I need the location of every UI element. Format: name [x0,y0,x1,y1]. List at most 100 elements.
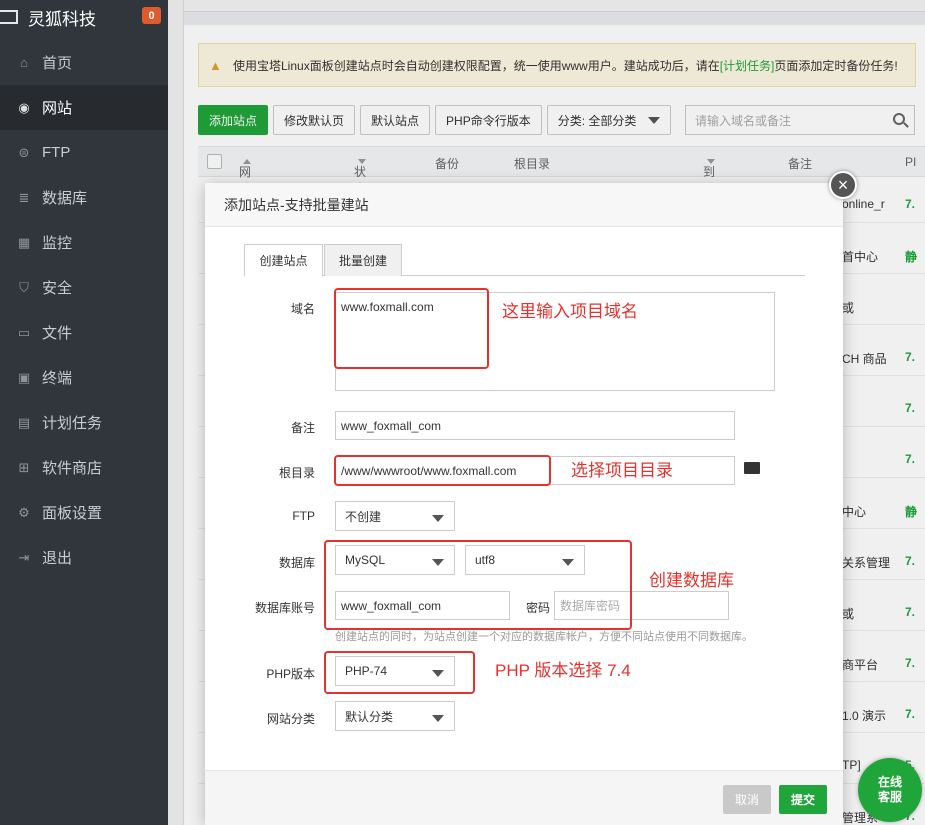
sidebar-scroll-gutter [168,0,184,825]
info-alert: ▲ 使用宝塔Linux面板创建站点时会自动创建权限配置，统一使用www用户。建站… [198,43,916,87]
annotation-box-php [324,651,475,694]
sidebar-item-11[interactable]: ⇥ 退出 [0,535,168,580]
col-status[interactable]: 状态 [354,155,366,196]
row-remark: online_r [842,197,885,211]
row-remark: 关系管理 [842,556,891,570]
ftp-select[interactable]: 不创建 [335,501,455,531]
sidebar-item-10[interactable]: ⚙ 面板设置 [0,490,168,535]
row-remark: 或 [842,607,855,621]
row-remark: 首中心 [842,250,879,264]
row-php-version[interactable]: 静 [905,248,917,265]
monitor-icon: ▦ [17,234,31,250]
annotation-root: 选择项目目录 [571,461,673,480]
sidebar-item-8[interactable]: ▤ 计划任务 [0,400,168,445]
terminal-icon: ▣ [17,369,31,385]
row-remark: 中心 [842,505,867,519]
submit-button[interactable]: 提交 [779,785,827,814]
add-site-dialog: 添加站点-支持批量建站 创建站点 批量创建 域名 www.foxmall.com… [205,183,843,825]
chevron-down-icon [432,515,444,522]
add-site-button[interactable]: 添加站点 [198,105,269,135]
annotation-database: 创建数据库 [649,571,734,590]
database-label: 数据库 [278,556,315,570]
sidebar-item-label: 计划任务 [42,415,103,432]
sidebar-item-label: 首页 [42,55,73,72]
search-icon[interactable] [893,113,905,125]
warning-icon: ▲ [209,57,222,73]
tab-create-site[interactable]: 创建站点 [244,244,323,277]
default-site-button[interactable]: 默认站点 [360,105,431,135]
row-php-version[interactable]: 7. [905,707,915,721]
search-input[interactable]: 请输入域名或备注 [685,105,915,135]
sidebar-item-label: FTP [42,144,71,161]
sidebar-item-1[interactable]: ◉ 网站 [0,85,168,130]
col-site-name[interactable]: 网站名 [239,155,251,213]
select-all-checkbox[interactable] [207,154,222,169]
sidebar-item-label: 安全 [42,280,73,297]
sidebar-item-label: 面板设置 [42,505,103,522]
col-remark: 备注 [788,157,813,171]
row-remark: 1.0 演示 [842,709,887,723]
tab-batch-create[interactable]: 批量创建 [324,244,402,276]
col-backup: 备份 [435,157,460,171]
home-icon: ⌂ [20,55,28,70]
sidebar-item-0[interactable]: ⌂ 首页 [0,40,168,85]
edit-default-page-button[interactable]: 修改默认页 [273,105,356,135]
notification-badge[interactable]: 0 [142,7,161,24]
category-filter-select[interactable]: 分类: 全部分类 [546,105,672,135]
sidebar-item-7[interactable]: ▣ 终端 [0,355,168,400]
sidebar-header: 灵狐科技 0 [0,0,168,40]
row-php-version[interactable]: 7. [905,197,915,211]
domain-label: 域名 [290,302,315,316]
row-php-version[interactable]: 7. [905,656,915,670]
sidebar-item-4[interactable]: ▦ 监控 [0,220,168,265]
close-icon[interactable]: × [829,171,857,199]
database-icon: ≣ [18,189,30,205]
dialog-title: 添加站点-支持批量建站 [205,183,843,227]
site-category-select[interactable]: 默认分类 [335,701,455,731]
dialog-footer: 取消 提交 [205,770,843,825]
monitor-icon [0,10,18,24]
remark-input[interactable]: www_foxmall_com [335,411,735,440]
annotation-box-domain [334,288,489,369]
col-php: PI [905,155,917,169]
root-label: 根目录 [278,466,315,480]
php-cli-version-button[interactable]: PHP命令行版本 [435,105,542,135]
row-php-version[interactable]: 7. [905,452,915,466]
row-remark: 或 [842,301,855,315]
annotation-box-database [324,540,632,630]
db-account-label: 数据库账号 [254,601,315,615]
row-php-version[interactable]: 7. [905,605,915,619]
db-hint: 创建站点的同时，为站点创建一个对应的数据库帐户，方便不同站点使用不同数据库。 [335,631,753,643]
logout-icon: ⇥ [18,549,30,565]
col-expire[interactable]: 到期时间 [703,155,715,230]
row-php-version[interactable]: 静 [905,503,917,520]
row-php-version[interactable]: 7. [905,554,915,568]
sidebar-item-label: 软件商店 [42,460,103,477]
cron-task-link[interactable]: [计划任务] [720,59,775,73]
globe-icon: ◉ [18,99,30,115]
brand-name: 灵狐科技 [28,9,96,29]
sidebar-item-6[interactable]: ▭ 文件 [0,310,168,355]
sidebar-item-2[interactable]: ⊜ FTP [0,130,168,175]
sidebar-item-label: 网站 [42,100,73,117]
cancel-button[interactable]: 取消 [723,785,771,814]
dialog-tabs: 创建站点 批量创建 [244,244,805,277]
chevron-down-icon [648,116,661,124]
folder-open-icon[interactable] [744,462,760,474]
sidebar-item-label: 退出 [42,550,73,567]
shield-icon: ⛉ [19,279,29,295]
sidebar-item-3[interactable]: ≣ 数据库 [0,175,168,220]
top-bar [184,0,925,12]
row-php-version[interactable]: 7. [905,401,915,415]
sidebar-item-9[interactable]: ⊞ 软件商店 [0,445,168,490]
row-php-version[interactable]: 7. [905,350,915,364]
calendar-icon: ▤ [17,414,31,430]
toolbar: 添加站点 修改默认页 默认站点 PHP命令行版本 分类: 全部分类 [198,105,676,135]
sidebar: 灵狐科技 0 ⌂ 首页 ◉ 网站 ⊜ FTP ≣ 数据库 ▦ 监控 ⛉ 安全 ▭ 文件 ▣ 终端 ▤ 计划任务 ⊞ 软… [0,0,168,825]
sidebar-item-5[interactable]: ⛉ 安全 [0,265,168,310]
ftp-icon: ⊜ [18,144,30,160]
gear-icon: ⚙ [18,504,30,520]
annotation-php: PHP 版本选择 7.4 [495,661,631,680]
ftp-label: FTP [292,509,315,523]
online-support-button[interactable]: 在线 客服 [858,758,922,822]
